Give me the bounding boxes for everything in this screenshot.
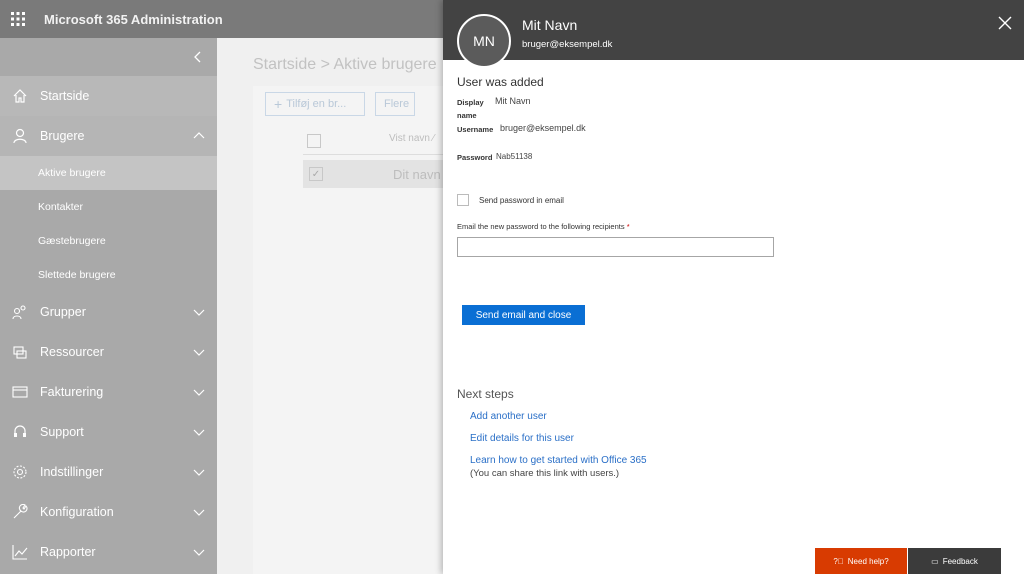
- help-icon: ?⃝: [833, 556, 844, 566]
- app-launcher-icon[interactable]: [0, 0, 36, 38]
- chevron-down-icon: [193, 509, 205, 516]
- get-started-office365-link[interactable]: Learn how to get started with Office 365: [470, 455, 647, 466]
- sort-icon: ⁄: [432, 133, 435, 144]
- edit-user-details-link[interactable]: Edit details for this user: [470, 433, 574, 444]
- sidebar-item-ressourcer[interactable]: Ressourcer: [0, 332, 217, 372]
- chevron-up-icon: [193, 132, 205, 139]
- sidebar-item-rapporter[interactable]: Rapporter: [0, 532, 217, 572]
- email-recipients-input[interactable]: [457, 237, 774, 257]
- add-another-user-link[interactable]: Add another user: [470, 411, 547, 422]
- user-added-panel: MN Mit Navn bruger@eksempel.dk User was …: [443, 0, 1024, 574]
- add-user-label: Tilføj en br...: [286, 98, 347, 110]
- column-header-label: Vist navn: [389, 133, 430, 144]
- chevron-down-icon: [193, 429, 205, 436]
- sidebar-item-indstillinger[interactable]: Indstillinger: [0, 452, 217, 492]
- panel-header: MN Mit Navn bruger@eksempel.dk: [443, 0, 1024, 68]
- chevron-left-icon: [194, 51, 201, 63]
- feedback-button[interactable]: ▭ Feedback: [908, 548, 1001, 574]
- collapse-nav-button[interactable]: [0, 38, 217, 76]
- panel-user-email: bruger@eksempel.dk: [522, 39, 613, 50]
- row-display-name: Dit navn: [393, 167, 441, 182]
- user-added-title: User was added: [457, 75, 544, 89]
- need-help-label: Need help?: [847, 556, 889, 566]
- email-recipients-label: Email the new password to the following …: [457, 222, 630, 231]
- app-title: Microsoft 365 Administration: [44, 11, 223, 27]
- sidebar-subitem-guest-users[interactable]: Gæstebrugere: [0, 224, 217, 258]
- groups-icon: [0, 304, 40, 320]
- send-password-checkbox[interactable]: [457, 194, 469, 206]
- password-value: Nab51138: [496, 152, 533, 161]
- email-recipients-text: Email the new password to the following …: [457, 222, 625, 231]
- sidebar-item-fakturering[interactable]: Fakturering: [0, 372, 217, 412]
- next-steps-title: Next steps: [457, 387, 514, 401]
- chevron-down-icon: [193, 469, 205, 476]
- feedback-icon: ▭: [931, 556, 939, 566]
- sidebar-item-label: Brugere: [40, 129, 85, 143]
- sidebar-item-label: Indstillinger: [40, 465, 104, 479]
- home-icon: [0, 88, 40, 104]
- settings-icon: [0, 464, 40, 480]
- display-name-value: Mit Navn: [495, 96, 531, 106]
- sidebar-item-label: Konfiguration: [40, 505, 114, 519]
- sidebar-subitem-contacts[interactable]: Kontakter: [0, 190, 217, 224]
- sidebar-subitem-active-users[interactable]: Aktive brugere: [0, 156, 217, 190]
- sidebar-item-startside[interactable]: Startside: [0, 76, 217, 116]
- header-divider: [303, 154, 443, 155]
- sidebar-item-brugere[interactable]: Brugere: [0, 116, 217, 156]
- support-icon: [0, 424, 40, 440]
- username-label: Username: [457, 125, 494, 134]
- sidebar-item-support[interactable]: Support: [0, 412, 217, 452]
- send-email-close-button[interactable]: Send email and close: [462, 305, 585, 325]
- send-password-label: Send password in email: [479, 196, 564, 205]
- chevron-down-icon: [193, 309, 205, 316]
- row-checkbox[interactable]: ✓: [309, 167, 323, 181]
- chevron-down-icon: [193, 349, 205, 356]
- avatar: MN: [457, 14, 511, 68]
- billing-icon: [0, 384, 40, 400]
- resources-icon: [0, 344, 40, 360]
- plus-icon: +: [274, 96, 283, 112]
- sidebar-item-label: Ressourcer: [40, 345, 104, 359]
- panel-user-name: Mit Navn: [522, 17, 578, 33]
- display-name-label: Display name: [457, 98, 484, 120]
- more-button[interactable]: Flere: [375, 92, 415, 116]
- need-help-button[interactable]: ?⃝ Need help?: [815, 548, 907, 574]
- sidebar-item-grupper[interactable]: Grupper: [0, 292, 217, 332]
- reports-icon: [0, 544, 40, 560]
- user-icon: [0, 128, 40, 144]
- sidebar-item-label: Fakturering: [40, 385, 104, 399]
- username-value: bruger@eksempel.dk: [500, 123, 586, 133]
- sidebar-item-konfiguration[interactable]: Konfiguration: [0, 492, 217, 532]
- sidebar-item-label: Support: [40, 425, 84, 439]
- close-icon[interactable]: [998, 16, 1012, 30]
- chevron-down-icon: [193, 549, 205, 556]
- add-user-button[interactable]: + Tilføj en br...: [265, 92, 365, 116]
- sidebar: Startside Brugere Aktive brugere Kontakt…: [0, 38, 217, 574]
- column-header-display-name[interactable]: Vist navn ⁄: [389, 133, 434, 144]
- share-link-note: (You can share this link with users.): [470, 468, 620, 479]
- sidebar-item-label: Grupper: [40, 305, 86, 319]
- sidebar-subitem-deleted-users[interactable]: Slettede brugere: [0, 258, 217, 292]
- sidebar-item-label: Startside: [40, 89, 90, 103]
- feedback-label: Feedback: [942, 556, 978, 566]
- sidebar-item-label: Rapporter: [40, 545, 96, 559]
- required-marker: *: [626, 222, 630, 231]
- select-all-checkbox[interactable]: [307, 134, 321, 148]
- password-label: Password: [457, 153, 493, 162]
- breadcrumb: Startside > Aktive brugere: [253, 56, 437, 73]
- setup-icon: [0, 504, 40, 520]
- chevron-down-icon: [193, 389, 205, 396]
